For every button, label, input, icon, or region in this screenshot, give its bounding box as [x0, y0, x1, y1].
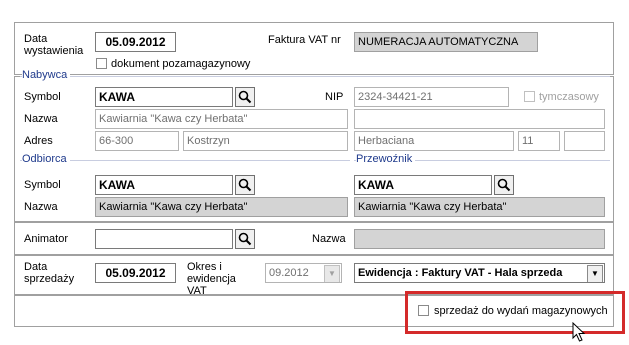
- issue-date-label: Data wystawienia: [24, 33, 84, 57]
- buyer-symbol-label: Symbol: [24, 91, 61, 103]
- carrier-symbol-field[interactable]: KAWA: [354, 175, 492, 195]
- recipient-name-field: Kawiarnia "Kawa czy Herbata": [95, 197, 348, 217]
- buyer-nip-field[interactable]: 2324-34421-21: [354, 87, 509, 107]
- recipient-symbol-search-button[interactable]: [235, 175, 255, 195]
- recipient-symbol-field[interactable]: KAWA: [95, 175, 233, 195]
- sale-for-issues-label: sprzedaż do wydań magazynowych: [434, 305, 608, 317]
- animator-label: Animator: [24, 233, 69, 245]
- buyer-flat-number-field[interactable]: [564, 131, 605, 151]
- buyer-name-field-2[interactable]: [354, 109, 605, 129]
- buyer-postal-code-field[interactable]: 66-300: [95, 131, 179, 151]
- invoice-number-field: NUMERACJA AUTOMATYCZNA: [354, 32, 538, 52]
- vat-period-value: 09.2012: [269, 267, 309, 279]
- animator-name-field: [354, 229, 605, 249]
- animator-name-label: Nazwa: [312, 233, 346, 245]
- carrier-group-label: Przewoźnik: [356, 153, 416, 165]
- buyer-street-field[interactable]: Herbaciana: [354, 131, 514, 151]
- buyer-name-field[interactable]: Kawiarnia "Kawa czy Herbata": [95, 109, 348, 129]
- non-warehouse-checkbox[interactable]: [96, 58, 107, 69]
- vat-period-label: Okres i ewidencja VAT: [187, 261, 236, 297]
- buyer-group-label: Nabywca: [22, 69, 71, 81]
- invoice-number-label: Faktura VAT nr: [268, 34, 341, 46]
- buyer-nip-label: NIP: [325, 91, 344, 103]
- buyer-symbol-search-button[interactable]: [235, 87, 255, 107]
- buyer-city-field[interactable]: Kostrzyn: [183, 131, 348, 151]
- sale-date-field[interactable]: 05.09.2012: [95, 263, 176, 283]
- buyer-group-line: [20, 76, 610, 77]
- sale-for-issues-checkbox[interactable]: [418, 305, 429, 316]
- search-icon: [238, 178, 252, 192]
- vat-register-select[interactable]: Ewidencja : Faktury VAT - Hala sprzeda ▼: [354, 263, 605, 283]
- carrier-name-field: Kawiarnia "Kawa czy Herbata": [354, 197, 605, 217]
- buyer-temporary-label: tymczasowy: [539, 91, 599, 103]
- vat-period-select[interactable]: 09.2012 ▼: [265, 263, 342, 283]
- animator-field[interactable]: [95, 229, 233, 249]
- animator-search-button[interactable]: [235, 229, 255, 249]
- buyer-symbol-field[interactable]: KAWA: [95, 87, 233, 107]
- recipient-name-label: Nazwa: [24, 201, 58, 213]
- sale-date-label: Data sprzedaży: [24, 261, 75, 285]
- non-warehouse-label: dokument pozamagazynowy: [111, 58, 251, 70]
- mouse-cursor-icon: [572, 322, 586, 342]
- chevron-down-icon: ▼: [324, 265, 340, 282]
- issue-date-field[interactable]: 05.09.2012: [95, 32, 176, 52]
- search-icon: [497, 178, 511, 192]
- search-icon: [238, 232, 252, 246]
- recipient-group-label: Odbiorca: [22, 153, 70, 165]
- buyer-address-label: Adres: [24, 135, 53, 147]
- recipient-symbol-label: Symbol: [24, 179, 61, 191]
- chevron-down-icon: ▼: [587, 265, 603, 282]
- carrier-symbol-search-button[interactable]: [494, 175, 514, 195]
- buyer-temporary-checkbox[interactable]: [524, 91, 535, 102]
- buyer-name-label: Nazwa: [24, 113, 58, 125]
- search-icon: [238, 90, 252, 104]
- buyer-house-number-field[interactable]: 11: [518, 131, 560, 151]
- vat-register-value: Ewidencja : Faktury VAT - Hala sprzeda: [358, 267, 563, 279]
